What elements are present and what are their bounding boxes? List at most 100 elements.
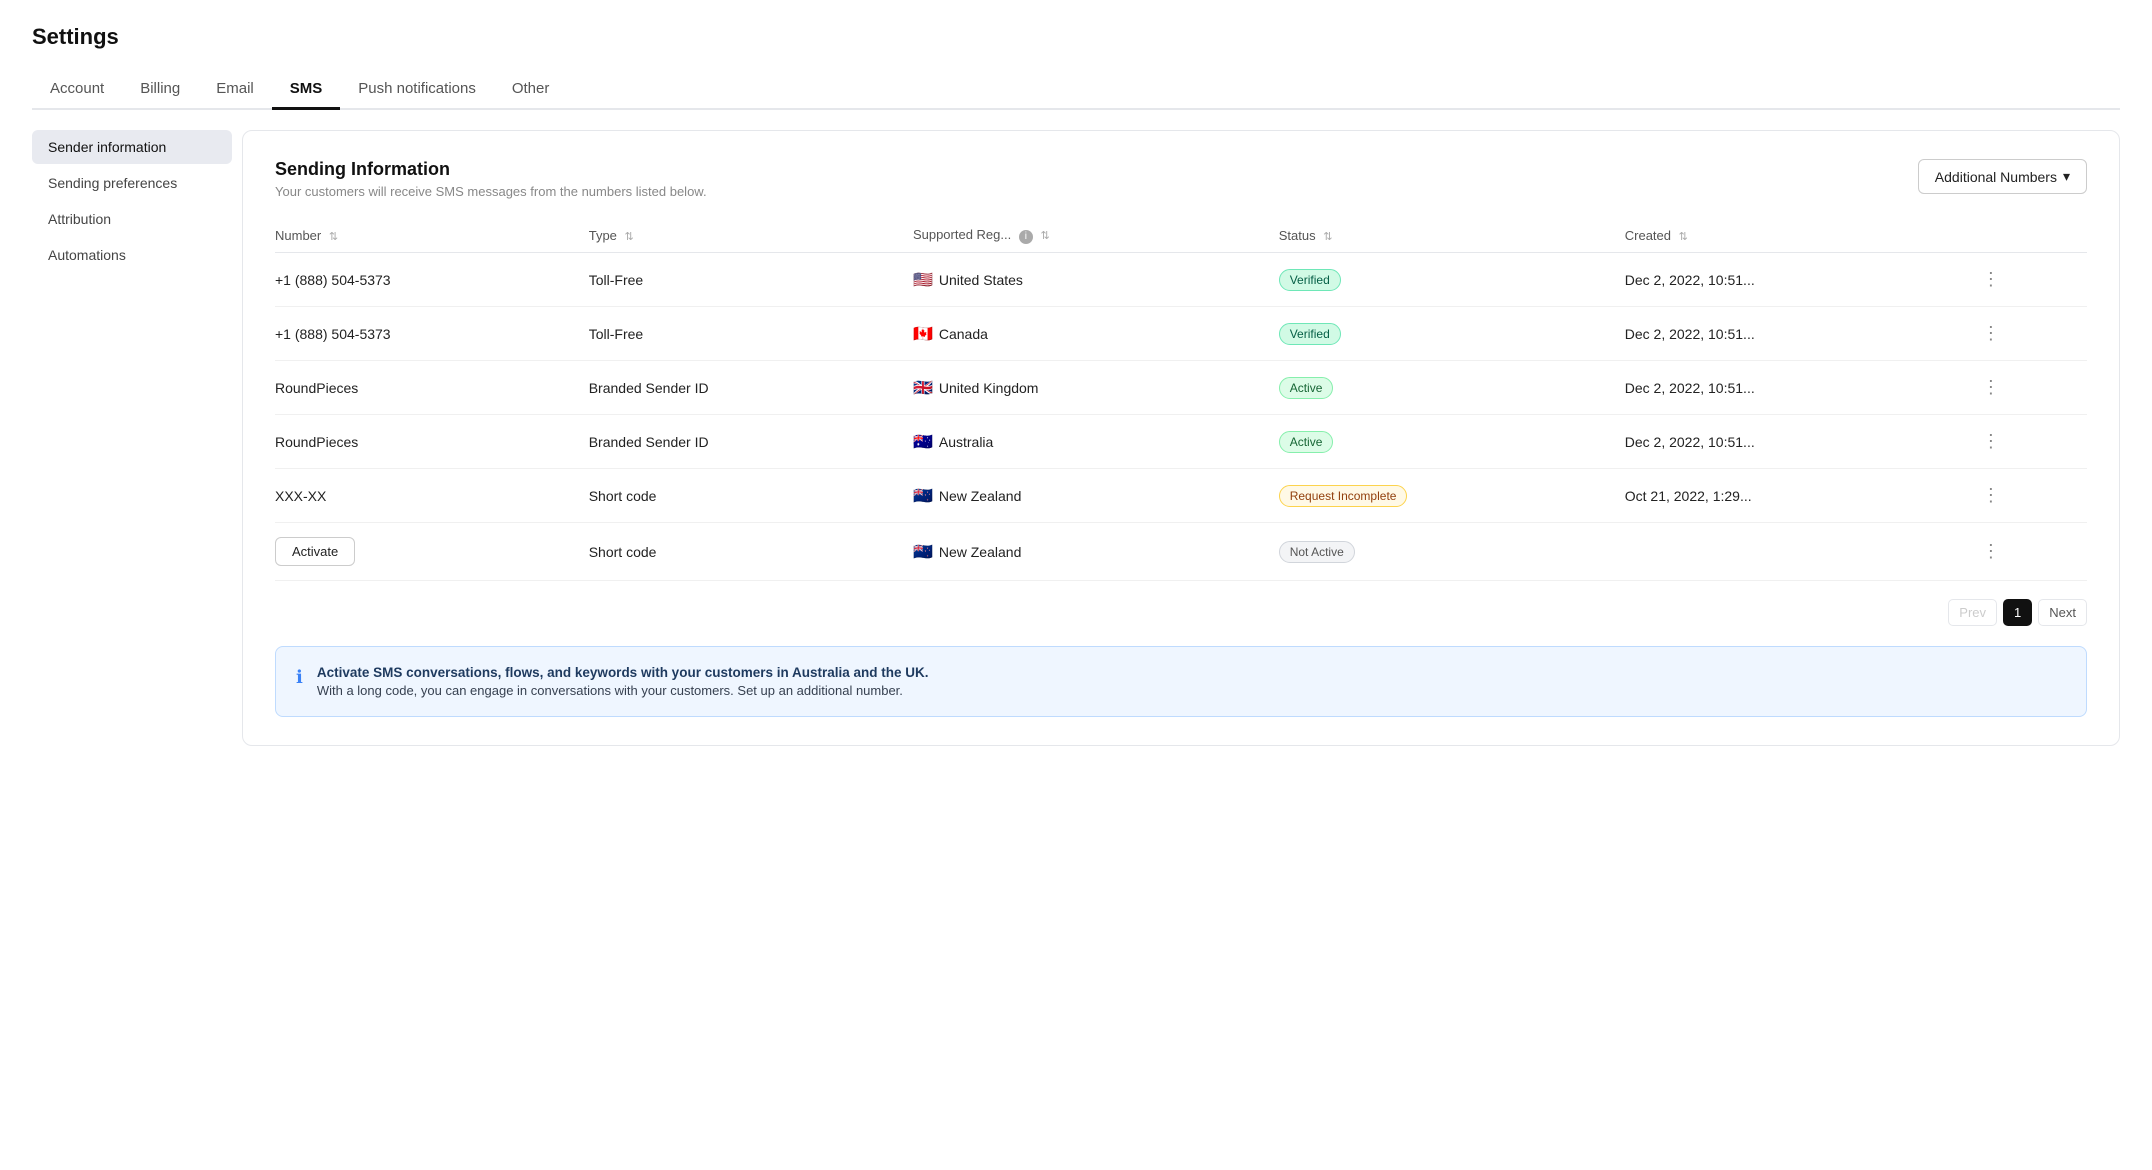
nav-account[interactable]: Account	[32, 70, 122, 110]
panel-header-text: Sending Information Your customers will …	[275, 159, 707, 199]
sort-icon-status[interactable]: ⇅	[1323, 230, 1332, 243]
cell-status: Not Active	[1279, 523, 1625, 581]
cell-created: Dec 2, 2022, 10:51...	[1625, 415, 1974, 469]
sidebar: Sender information Sending preferences A…	[32, 130, 232, 746]
more-options-button[interactable]: ⋮	[1974, 483, 2008, 508]
info-banner-subtitle: With a long code, you can engage in conv…	[317, 683, 929, 698]
flag-icon: 🇳🇿	[913, 542, 933, 562]
cell-created: Dec 2, 2022, 10:51...	[1625, 253, 1974, 307]
cell-number: RoundPieces	[275, 361, 589, 415]
cell-status: Request Incomplete	[1279, 469, 1625, 523]
main-panel: Sending Information Your customers will …	[242, 130, 2120, 746]
cell-region: 🇬🇧United Kingdom	[913, 361, 1279, 415]
cell-number: RoundPieces	[275, 415, 589, 469]
cell-number: Activate	[275, 523, 589, 581]
status-badge: Not Active	[1279, 541, 1355, 563]
cell-more: ⋮	[1974, 523, 2087, 581]
cell-region: 🇳🇿New Zealand	[913, 469, 1279, 523]
sidebar-item-sender-information[interactable]: Sender information	[32, 130, 232, 164]
top-nav: Account Billing Email SMS Push notificat…	[32, 70, 2120, 110]
cell-number: XXX-XX	[275, 469, 589, 523]
col-type: Type ⇅	[589, 219, 913, 253]
col-actions	[1974, 219, 2087, 253]
status-badge: Active	[1279, 377, 1334, 399]
col-created: Created ⇅	[1625, 219, 1974, 253]
flag-icon: 🇦🇺	[913, 432, 933, 452]
cell-type: Toll-Free	[589, 307, 913, 361]
cell-created: Dec 2, 2022, 10:51...	[1625, 361, 1974, 415]
cell-created: Oct 21, 2022, 1:29...	[1625, 469, 1974, 523]
status-badge: Request Incomplete	[1279, 485, 1408, 507]
nav-other[interactable]: Other	[494, 70, 568, 110]
cell-type: Branded Sender ID	[589, 415, 913, 469]
info-icon-region[interactable]: i	[1019, 230, 1033, 244]
sort-icon-type[interactable]: ⇅	[625, 230, 634, 243]
prev-page-button[interactable]: Prev	[1948, 599, 1997, 626]
cell-type: Short code	[589, 523, 913, 581]
info-banner-text: Activate SMS conversations, flows, and k…	[317, 665, 929, 698]
sort-icon-region[interactable]: ⇅	[1040, 229, 1049, 242]
cell-status: Active	[1279, 361, 1625, 415]
nav-email[interactable]: Email	[198, 70, 272, 110]
cell-more: ⋮	[1974, 361, 2087, 415]
col-status: Status ⇅	[1279, 219, 1625, 253]
panel-title: Sending Information	[275, 159, 707, 180]
cell-status: Active	[1279, 415, 1625, 469]
activate-button[interactable]: Activate	[275, 537, 355, 566]
chevron-down-icon: ▾	[2063, 168, 2070, 185]
cell-region: 🇨🇦Canada	[913, 307, 1279, 361]
nav-push[interactable]: Push notifications	[340, 70, 494, 110]
cell-region: 🇳🇿New Zealand	[913, 523, 1279, 581]
cell-status: Verified	[1279, 307, 1625, 361]
sidebar-item-sending-preferences[interactable]: Sending preferences	[32, 166, 232, 200]
cell-created	[1625, 523, 1974, 581]
flag-icon: 🇬🇧	[913, 378, 933, 398]
cell-number: +1 (888) 504-5373	[275, 307, 589, 361]
cell-more: ⋮	[1974, 307, 2087, 361]
info-banner-icon: ℹ	[296, 667, 303, 688]
cell-type: Branded Sender ID	[589, 361, 913, 415]
table-row: Activate Short code🇳🇿New ZealandNot Activ…	[275, 523, 2087, 581]
cell-more: ⋮	[1974, 415, 2087, 469]
more-options-button[interactable]: ⋮	[1974, 539, 2008, 564]
table-row: XXX-XXShort code🇳🇿New ZealandRequest Inc…	[275, 469, 2087, 523]
flag-icon: 🇨🇦	[913, 324, 933, 344]
next-page-button[interactable]: Next	[2038, 599, 2087, 626]
page-title: Settings	[32, 24, 2120, 50]
table-row: RoundPiecesBranded Sender ID🇦🇺AustraliaA…	[275, 415, 2087, 469]
sidebar-item-automations[interactable]: Automations	[32, 238, 232, 272]
cell-region: 🇺🇸United States	[913, 253, 1279, 307]
col-number: Number ⇅	[275, 219, 589, 253]
col-region: Supported Reg... i ⇅	[913, 219, 1279, 253]
cell-type: Short code	[589, 469, 913, 523]
nav-billing[interactable]: Billing	[122, 70, 198, 110]
status-badge: Active	[1279, 431, 1334, 453]
sort-icon-number[interactable]: ⇅	[329, 230, 338, 243]
info-banner-title: Activate SMS conversations, flows, and k…	[317, 665, 929, 680]
more-options-button[interactable]: ⋮	[1974, 321, 2008, 346]
nav-sms[interactable]: SMS	[272, 70, 341, 110]
flag-icon: 🇳🇿	[913, 486, 933, 506]
panel-header: Sending Information Your customers will …	[275, 159, 2087, 199]
table-row: RoundPiecesBranded Sender ID🇬🇧United Kin…	[275, 361, 2087, 415]
flag-icon: 🇺🇸	[913, 270, 933, 290]
cell-created: Dec 2, 2022, 10:51...	[1625, 307, 1974, 361]
table-row: +1 (888) 504-5373Toll-Free🇨🇦CanadaVerifi…	[275, 307, 2087, 361]
info-banner: ℹ Activate SMS conversations, flows, and…	[275, 646, 2087, 717]
additional-numbers-button[interactable]: Additional Numbers ▾	[1918, 159, 2087, 194]
cell-more: ⋮	[1974, 469, 2087, 523]
sort-icon-created[interactable]: ⇅	[1679, 230, 1688, 243]
cell-more: ⋮	[1974, 253, 2087, 307]
cell-region: 🇦🇺Australia	[913, 415, 1279, 469]
sms-numbers-table: Number ⇅ Type ⇅ Supported Reg... i ⇅	[275, 219, 2087, 581]
more-options-button[interactable]: ⋮	[1974, 375, 2008, 400]
cell-number: +1 (888) 504-5373	[275, 253, 589, 307]
pagination: Prev 1 Next	[275, 599, 2087, 626]
status-badge: Verified	[1279, 269, 1341, 291]
more-options-button[interactable]: ⋮	[1974, 429, 2008, 454]
current-page-button[interactable]: 1	[2003, 599, 2032, 626]
cell-type: Toll-Free	[589, 253, 913, 307]
more-options-button[interactable]: ⋮	[1974, 267, 2008, 292]
sidebar-item-attribution[interactable]: Attribution	[32, 202, 232, 236]
table-row: +1 (888) 504-5373Toll-Free🇺🇸United State…	[275, 253, 2087, 307]
